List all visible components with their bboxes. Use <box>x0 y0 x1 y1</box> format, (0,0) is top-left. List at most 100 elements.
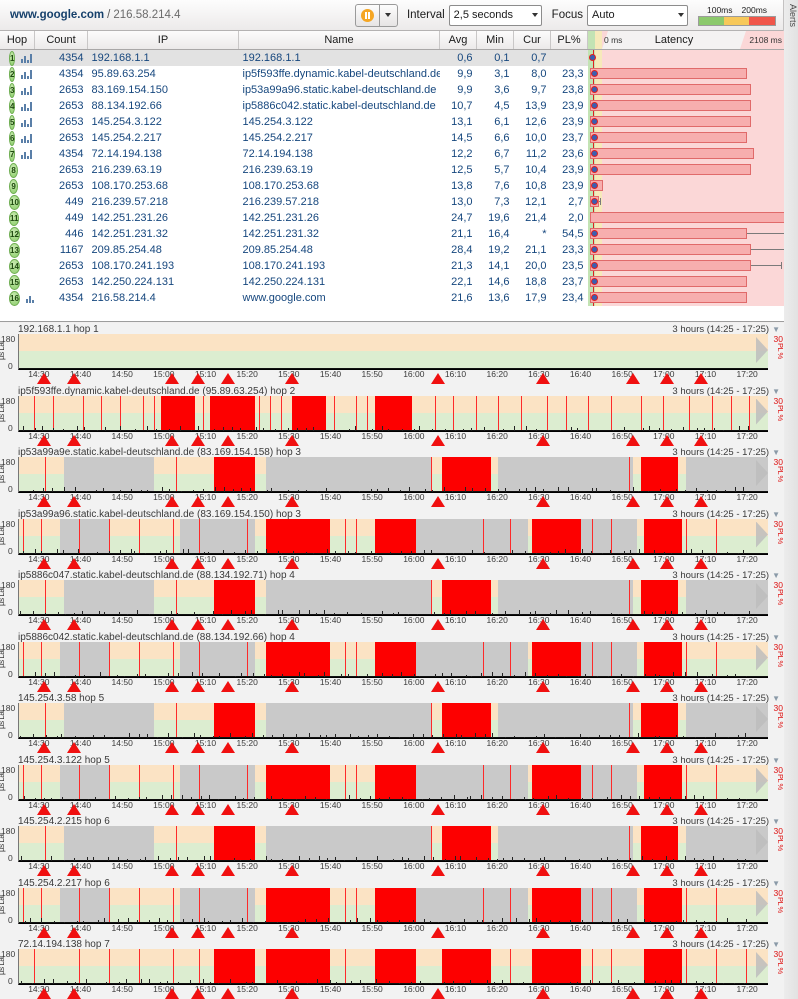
column-header-pl[interactable]: PL% <box>550 31 588 50</box>
alert-marker-icon[interactable] <box>37 434 52 446</box>
alert-marker-icon[interactable] <box>67 803 82 815</box>
alert-marker-icon[interactable] <box>536 988 550 999</box>
alert-marker-icon[interactable] <box>191 434 205 446</box>
timeline-panel[interactable]: ip53a99a96.static.kabel-deutschland.de (… <box>0 508 784 570</box>
alert-marker-icon[interactable] <box>67 926 82 938</box>
alert-marker-icon[interactable] <box>659 680 674 692</box>
column-header-hop[interactable]: Hop <box>0 31 35 50</box>
timeline-panel[interactable]: ip53a99a9e.static.kabel-deutschland.de (… <box>0 446 784 508</box>
table-row[interactable]: 13 1167 209.85.254.48 209.85.254.48 28,4 19,2… <box>0 242 784 258</box>
timeline-panel[interactable]: 145.254.2.215 hop 63 hours (14:25 - 17:2… <box>0 815 784 877</box>
alert-marker-icon[interactable] <box>693 988 708 999</box>
timeline-plot[interactable] <box>18 641 768 678</box>
alert-marker-icon[interactable] <box>536 680 550 692</box>
timeline-panel[interactable]: ip5f593ffe.dynamic.kabel-deutschland.de … <box>0 385 784 447</box>
alert-marker-icon[interactable] <box>37 742 52 753</box>
sparkline-icon[interactable] <box>21 101 33 111</box>
alert-marker-icon[interactable] <box>164 865 179 876</box>
alert-marker-icon[interactable] <box>659 803 674 815</box>
timeline-plot[interactable] <box>18 703 768 739</box>
alert-marker-icon[interactable] <box>536 803 550 815</box>
alert-marker-icon[interactable] <box>37 680 52 692</box>
alert-marker-icon[interactable] <box>67 619 82 630</box>
table-row[interactable]: 3 2653 83.169.154.150 ip53a99a96.static.kab… <box>0 82 784 98</box>
alert-marker-icon[interactable] <box>536 557 550 569</box>
timeline-plot[interactable] <box>18 580 768 616</box>
alert-marker-icon[interactable] <box>626 496 640 507</box>
alert-marker-icon[interactable] <box>164 619 179 630</box>
alert-marker-icon[interactable] <box>536 434 550 446</box>
alert-marker-icon[interactable] <box>693 865 708 876</box>
alert-marker-icon[interactable] <box>431 619 445 630</box>
alert-marker-icon[interactable] <box>693 373 708 384</box>
alert-marker-icon[interactable] <box>431 680 445 692</box>
table-row[interactable]: 9 2653 108.170.253.68 108.170.253.68 13,8 7,6… <box>0 178 784 194</box>
alert-marker-icon[interactable] <box>431 926 445 938</box>
alert-marker-icon[interactable] <box>693 619 708 630</box>
alerts-panel-tab[interactable]: Alerts <box>783 0 798 999</box>
alert-marker-icon[interactable] <box>221 680 235 692</box>
alert-marker-icon[interactable] <box>67 742 82 753</box>
sparkline-icon[interactable] <box>21 53 33 63</box>
table-row[interactable]: 6 2653 145.254.2.217 145.254.2.217 14,5 6,6 10… <box>0 130 784 146</box>
alert-marker-icon[interactable] <box>284 742 299 753</box>
alert-marker-icon[interactable] <box>164 926 179 938</box>
alert-marker-icon[interactable] <box>284 926 299 938</box>
timeline-plot[interactable] <box>18 395 768 432</box>
alert-marker-icon[interactable] <box>191 496 205 507</box>
sparkline-icon[interactable] <box>21 69 33 79</box>
alert-marker-icon[interactable] <box>67 865 82 876</box>
alert-marker-icon[interactable] <box>37 619 52 630</box>
alert-marker-icon[interactable] <box>164 803 179 815</box>
timeline-plot[interactable] <box>18 334 768 370</box>
alert-marker-icon[interactable] <box>659 926 674 938</box>
alert-marker-icon[interactable] <box>284 988 299 999</box>
timeline-panel[interactable]: 192.168.1.1 hop 13 hours (14:25 - 17:25)… <box>0 323 784 385</box>
alert-marker-icon[interactable] <box>191 803 205 815</box>
alert-marker-icon[interactable] <box>659 557 674 569</box>
alert-marker-icon[interactable] <box>626 803 640 815</box>
alert-marker-icon[interactable] <box>164 373 179 384</box>
pause-button[interactable] <box>354 3 379 27</box>
column-header-cur[interactable]: Cur <box>513 31 551 50</box>
table-row[interactable]: 11 449 142.251.231.26 142.251.231.26 24,7 19,… <box>0 210 784 226</box>
alert-marker-icon[interactable] <box>221 434 235 446</box>
alert-marker-icon[interactable] <box>693 742 708 753</box>
alert-marker-icon[interactable] <box>284 434 299 446</box>
alert-marker-icon[interactable] <box>693 434 708 446</box>
alert-marker-icon[interactable] <box>431 434 445 446</box>
timeline-panel-list[interactable]: 192.168.1.1 hop 13 hours (14:25 - 17:25)… <box>0 323 784 999</box>
timeline-plot[interactable] <box>18 949 768 985</box>
alert-marker-icon[interactable] <box>191 988 205 999</box>
alert-marker-icon[interactable] <box>284 680 299 692</box>
alert-marker-icon[interactable] <box>191 865 205 876</box>
alert-marker-icon[interactable] <box>626 373 640 384</box>
alert-marker-icon[interactable] <box>626 742 640 753</box>
table-row[interactable]: 16 4354 216.58.214.4 www.google.com 21,6 13,6… <box>0 290 784 306</box>
alert-marker-icon[interactable] <box>626 680 640 692</box>
alert-marker-icon[interactable] <box>67 988 82 999</box>
timeline-plot[interactable] <box>18 826 768 862</box>
alert-marker-icon[interactable] <box>536 865 550 876</box>
alert-marker-icon[interactable] <box>37 373 52 384</box>
column-header-avg[interactable]: Avg <box>439 31 477 50</box>
timeline-panel[interactable]: 145.254.3.122 hop 53 hours (14:25 - 17:2… <box>0 754 784 816</box>
sparkline-icon[interactable] <box>25 294 35 303</box>
alert-marker-icon[interactable] <box>431 557 445 569</box>
sparkline-icon[interactable] <box>21 117 33 127</box>
pause-dropdown-button[interactable] <box>378 3 398 27</box>
alert-marker-icon[interactable] <box>221 619 235 630</box>
alert-marker-icon[interactable] <box>626 865 640 876</box>
alert-marker-icon[interactable] <box>37 926 52 938</box>
alert-marker-icon[interactable] <box>659 865 674 876</box>
alert-marker-icon[interactable] <box>626 434 640 446</box>
interval-select[interactable]: 2,5 seconds <box>448 4 542 26</box>
alert-marker-icon[interactable] <box>659 496 674 507</box>
alert-marker-icon[interactable] <box>221 373 235 384</box>
alert-marker-icon[interactable] <box>536 373 550 384</box>
alert-marker-icon[interactable] <box>67 496 82 507</box>
alert-marker-icon[interactable] <box>626 926 640 938</box>
alert-marker-icon[interactable] <box>221 496 235 507</box>
alert-marker-icon[interactable] <box>67 680 82 692</box>
alert-marker-icon[interactable] <box>536 496 550 507</box>
